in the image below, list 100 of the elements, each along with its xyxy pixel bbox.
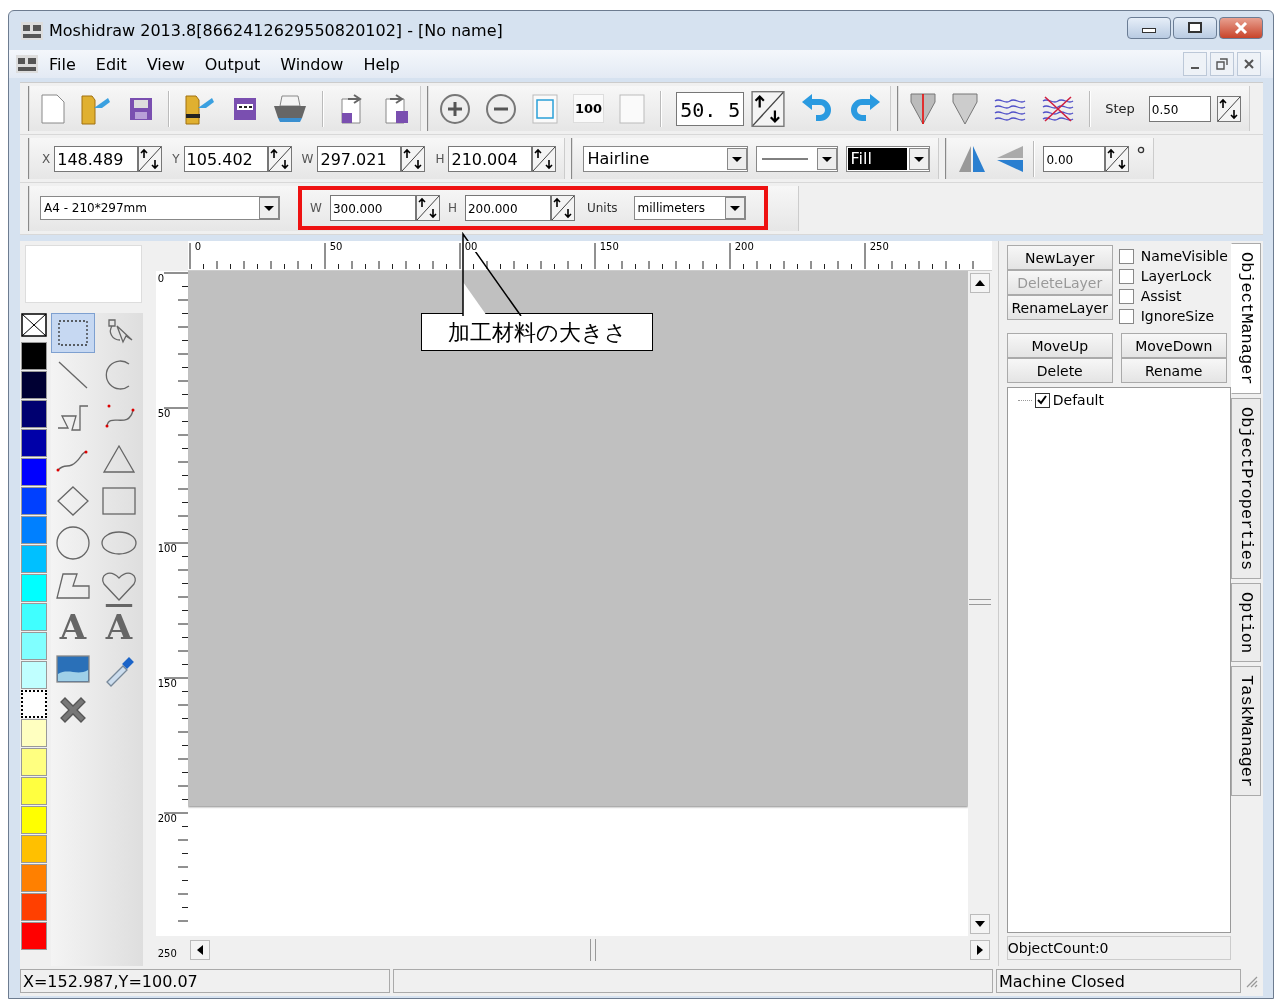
pen-tip-icon[interactable] [951,91,980,126]
number-field[interactable]: 210.004 [448,145,533,172]
dropdown-button[interactable] [724,197,745,220]
zoom-100-button[interactable]: 100 [573,94,605,124]
menu-item[interactable]: View [136,54,195,74]
action-button[interactable]: MoveUp [1006,333,1113,358]
height-field[interactable]: 200.000 [464,195,551,222]
spin-button[interactable] [550,195,575,222]
color-swatch[interactable] [21,748,47,776]
rotation-field[interactable]: 0.00 [1043,145,1106,172]
layer-checkbox[interactable] [1034,392,1050,408]
menu-item[interactable]: Help [353,54,410,74]
dropdown-button[interactable] [259,197,279,220]
spin-button[interactable] [750,90,787,127]
side-tab[interactable]: ObjectManager [1231,243,1262,394]
marquee-tool[interactable] [51,313,95,353]
save-icon[interactable] [128,95,154,122]
color-swatch[interactable] [21,545,47,573]
side-tab[interactable]: TaskManager [1231,666,1262,797]
color-swatch[interactable] [21,400,47,428]
spin-button[interactable] [1216,95,1241,122]
menu-item[interactable]: Window [270,54,354,74]
color-swatch[interactable] [21,429,47,457]
pen-tip-icon[interactable] [909,91,938,126]
line-width-dropdown[interactable]: Hairline [583,145,749,172]
horizontal-scrollbar[interactable] [187,936,992,964]
restore-icon [1216,58,1228,70]
color-swatch[interactable] [21,603,47,631]
step-field[interactable]: 0.50 [1148,95,1211,122]
number-field[interactable]: 105.402 [183,145,268,172]
color-swatch[interactable] [21,342,47,370]
ruler-label: 50 [157,407,171,419]
line-style-dropdown[interactable] [756,145,839,172]
object-count: ObjectCount:0 [1006,936,1232,960]
dropdown-button[interactable] [909,147,930,170]
color-swatch[interactable] [21,458,47,486]
action-button[interactable]: Delete [1006,358,1113,383]
fill-dropdown[interactable]: Fill [846,145,931,172]
app-icon [15,54,39,74]
number-field[interactable]: 297.021 [317,145,402,172]
color-swatch[interactable] [21,661,47,689]
no-color-swatch[interactable] [21,313,47,337]
menu-item[interactable]: File [39,54,86,74]
text-tool[interactable]: A [97,607,141,647]
crossed-waves-icon[interactable] [1041,94,1076,123]
ruler-label: 50 [329,241,343,252]
width-field[interactable]: 300.000 [329,195,416,222]
side-tab[interactable]: ObjectProperties [1231,397,1262,579]
mirror-vertical-icon[interactable] [995,143,1026,174]
units-dropdown[interactable]: millimeters [633,196,746,221]
close-button[interactable] [1237,52,1261,76]
maximize-button[interactable] [1173,16,1217,39]
spin-button[interactable] [401,145,426,172]
checkbox[interactable] [1118,288,1134,304]
layer-name[interactable]: Default [1052,392,1104,408]
restore-button[interactable] [1210,52,1234,76]
layer-button[interactable]: NewLayer [1006,245,1113,270]
color-swatch[interactable] [21,690,47,718]
dropdown-button[interactable] [817,147,838,170]
action-button[interactable]: Rename [1120,358,1227,383]
vertical-scrollbar[interactable] [967,271,992,936]
zoom-out-icon[interactable] [485,92,517,125]
zoom-in-icon[interactable] [439,92,471,125]
color-swatch[interactable] [21,632,47,660]
color-swatch[interactable] [21,835,47,863]
minimize-button[interactable] [1183,52,1207,76]
spin-button[interactable] [267,145,292,172]
number-field[interactable]: 148.489 [54,145,139,172]
color-swatch[interactable] [21,371,47,399]
ruler-label: 200 [157,812,177,824]
text-tool[interactable]: A [51,607,95,647]
side-tab[interactable]: Option [1231,582,1262,663]
dropdown-button[interactable] [727,147,748,170]
close-button[interactable] [1219,16,1263,39]
color-swatch[interactable] [21,719,47,747]
color-swatch[interactable] [21,487,47,515]
spin-button[interactable] [532,145,557,172]
color-swatch[interactable] [21,922,47,950]
color-swatch[interactable] [21,777,47,805]
menu-item[interactable]: Edit [85,54,137,74]
layer-button[interactable]: RenameLayer [1006,295,1113,320]
floppy-icon[interactable] [232,95,258,122]
checkbox[interactable] [1118,268,1134,284]
color-swatch[interactable] [21,893,47,921]
action-button[interactable]: MoveDown [1120,333,1227,358]
zoom-field[interactable]: 50. 5 [676,91,745,126]
checkbox[interactable] [1118,248,1134,264]
spin-button[interactable] [415,195,440,222]
page-size-dropdown[interactable]: A4 - 210*297mm [40,196,280,221]
color-swatch[interactable] [21,806,47,834]
color-swatch[interactable] [21,864,47,892]
minimize-button[interactable] [1127,16,1171,39]
checkbox-label: NameVisible [1140,248,1228,264]
spin-button[interactable] [1105,145,1130,172]
menu-item[interactable]: Output [194,54,271,74]
checkbox[interactable] [1118,308,1134,324]
spin-button[interactable] [138,145,163,172]
color-swatch[interactable] [21,516,47,544]
color-swatch[interactable] [21,574,47,602]
ruler-label: 200 [734,241,754,252]
